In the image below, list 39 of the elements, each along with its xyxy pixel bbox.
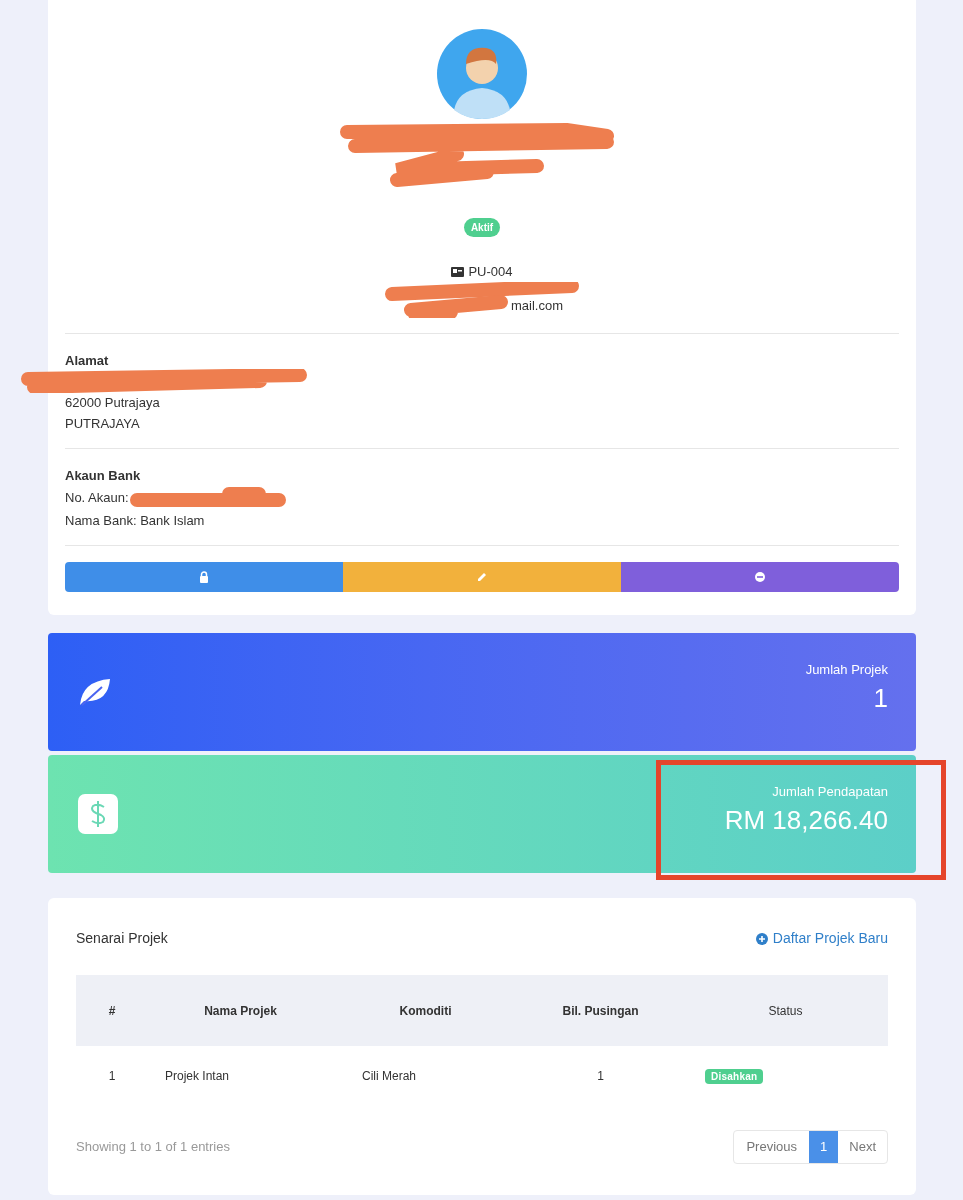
id-card-icon [451, 266, 465, 277]
avatar-icon [436, 28, 528, 120]
stat-label: Jumlah Pendapatan [771, 783, 888, 802]
status-badge: Aktif [463, 218, 501, 237]
id-text: PU-004 [468, 263, 513, 281]
account-label: No. Akaun: [65, 489, 129, 507]
column-header: # [107, 1002, 117, 1020]
entries-info: Showing 1 to 1 of 1 entries [76, 1138, 230, 1157]
column-header: Bil. Pusingan [561, 1002, 640, 1020]
column-header: Status [767, 1002, 804, 1020]
minus-circle-icon [754, 570, 766, 583]
plus-circle-icon [755, 932, 768, 945]
stat-value: 1 [872, 681, 888, 715]
section-heading: Akaun Bank [65, 466, 142, 485]
column-header: Nama Projek [203, 1002, 278, 1020]
stat-label: Jumlah Projek [805, 661, 888, 680]
bank-name: Nama Bank: Bank Islam [65, 511, 206, 530]
address-line: PUTRAJAYA [65, 414, 141, 433]
column-header: Komoditi [398, 1002, 453, 1020]
edit-button[interactable] [343, 561, 621, 592]
table-cell-text: 1 [107, 1068, 117, 1085]
status-badge: Disahkan [705, 1069, 764, 1084]
page-button[interactable]: 1 [809, 1131, 839, 1163]
address-line: 62000 Putrajaya [65, 393, 161, 412]
stat-value: RM 18,266.40 [724, 803, 888, 837]
remove-button[interactable] [621, 561, 899, 592]
pencil-icon [476, 570, 488, 583]
previous-button[interactable]: Previous [734, 1131, 810, 1163]
section-heading: Alamat [65, 351, 110, 370]
table-cell-text: Projek Intan [164, 1068, 231, 1085]
lock-icon [198, 570, 210, 583]
table-cell-text: 1 [596, 1068, 605, 1085]
next-button[interactable]: Next [838, 1131, 887, 1163]
email-text: mail.com [511, 296, 563, 315]
lock-button[interactable] [65, 561, 343, 592]
dollar-icon [78, 794, 118, 834]
card-title: Senarai Projek [76, 929, 168, 948]
table-cell-text: Cili Merah [361, 1068, 417, 1085]
leaf-icon [78, 677, 112, 707]
